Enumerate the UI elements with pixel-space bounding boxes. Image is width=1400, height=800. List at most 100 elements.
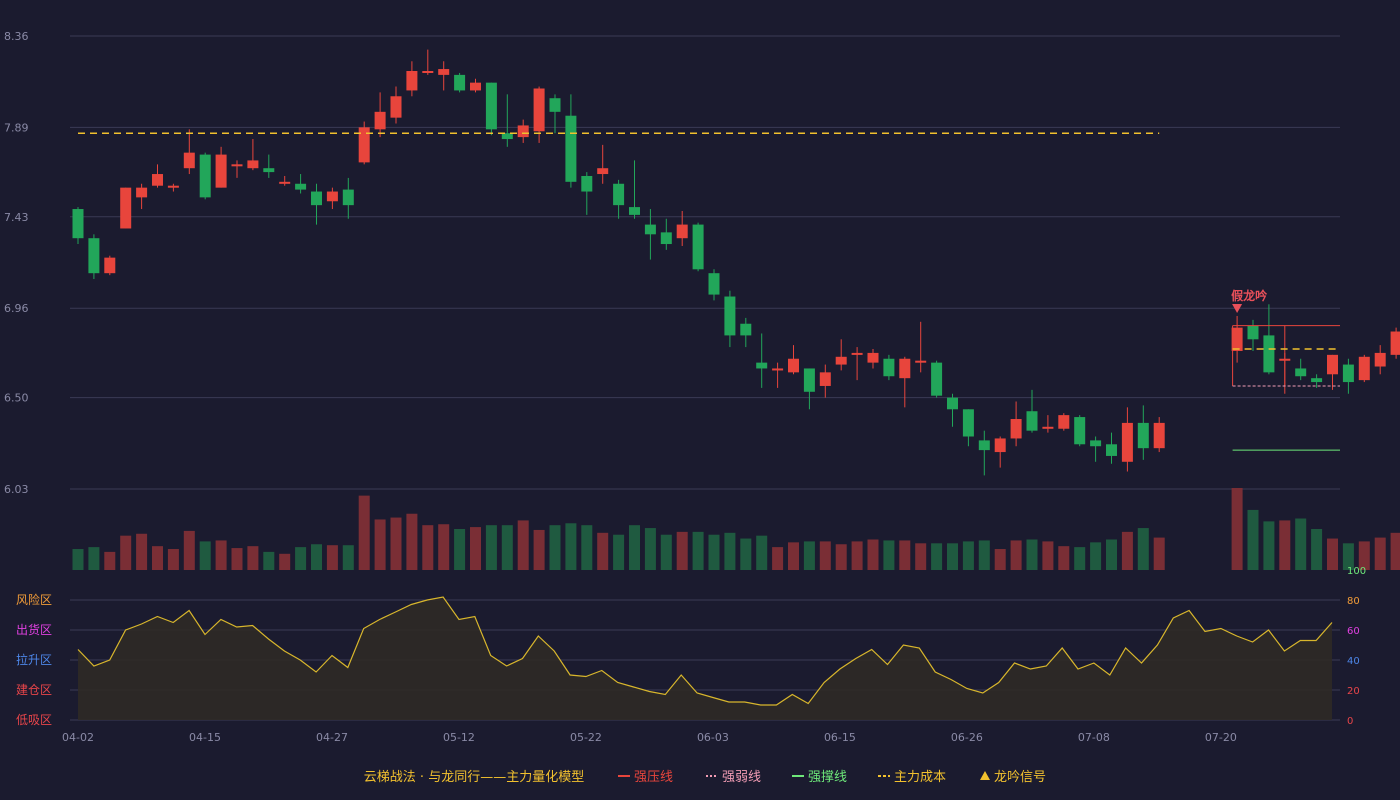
- volume-bar: [136, 533, 148, 570]
- volume-bar: [978, 540, 990, 570]
- volume-bar: [788, 542, 799, 570]
- volume-bar: [915, 543, 927, 570]
- legend-item-label: 龙吟信号: [994, 769, 1046, 785]
- oscillator-tick-label: 0: [1347, 716, 1353, 727]
- oscillator-area: [78, 597, 1332, 720]
- candle-body: [644, 224, 656, 235]
- volume-bar: [947, 543, 958, 570]
- volume-bar: [835, 544, 847, 570]
- candle-body: [120, 187, 132, 229]
- volume-bar: [1390, 532, 1400, 570]
- volume-bar: [1090, 542, 1102, 570]
- candle-body: [1342, 364, 1354, 383]
- oscillator-tick-label: 60: [1347, 626, 1360, 637]
- candle-body: [978, 440, 990, 451]
- volume-bar: [1042, 541, 1054, 570]
- candle-body: [867, 352, 879, 363]
- candle-body: [549, 98, 561, 112]
- oscillator-tick-label: 80: [1347, 596, 1360, 607]
- candle-body: [1074, 417, 1086, 445]
- volume-bar: [772, 547, 784, 570]
- volume-bar: [581, 525, 593, 570]
- volume-bar: [247, 546, 259, 570]
- date-tick-label: 05-12: [443, 731, 475, 744]
- candle-body: [692, 224, 704, 270]
- candle-body: [501, 133, 513, 140]
- candle-body: [152, 174, 163, 186]
- volume-bar: [597, 532, 609, 570]
- oscillator-panel: [77, 596, 1333, 720]
- candle-body: [1374, 352, 1386, 367]
- volume-bar: [724, 532, 736, 570]
- volume-bar: [72, 549, 84, 570]
- volume-bar: [994, 549, 1006, 570]
- date-tick-label: 04-15: [189, 731, 221, 744]
- volume-bar: [1231, 488, 1243, 570]
- volume-bar: [1058, 546, 1070, 570]
- oscillator-tick-label: 20: [1347, 686, 1360, 697]
- volume-bar: [279, 553, 291, 570]
- volume-bar: [1311, 529, 1323, 570]
- volume-bar: [644, 528, 656, 570]
- candle-body: [279, 181, 291, 184]
- date-tick-label: 07-20: [1205, 731, 1237, 744]
- candle-body: [1263, 335, 1275, 373]
- candle-body: [263, 168, 275, 173]
- volume-bar: [311, 544, 322, 570]
- volume-bar: [1106, 539, 1117, 570]
- candle-body: [183, 152, 195, 169]
- candle-body: [581, 175, 593, 192]
- signal-label: 假龙吟: [1231, 288, 1267, 303]
- volume-bar: [533, 529, 545, 570]
- legend-item-label: 强撑线: [808, 770, 847, 785]
- volume-bar: [899, 540, 911, 570]
- volume-bar: [88, 547, 100, 570]
- candle-body: [565, 115, 577, 182]
- candle-body: [1327, 354, 1338, 375]
- volume-bar: [851, 541, 863, 570]
- candle-body: [104, 257, 116, 274]
- volume-bar: [1153, 537, 1165, 570]
- candle-body: [326, 191, 338, 202]
- volume-bar: [613, 534, 625, 570]
- oscillator-zone-label: 出货区: [16, 622, 52, 637]
- volume-bar: [1137, 528, 1149, 570]
- date-tick-label: 07-08: [1078, 731, 1110, 744]
- volume-bar: [549, 525, 561, 570]
- candle-body: [676, 224, 688, 239]
- price-tick-label: 7.43: [4, 211, 29, 224]
- oscillator-tick-label: 40: [1347, 656, 1360, 667]
- candle-body: [1137, 422, 1149, 449]
- volume-bar: [470, 527, 481, 570]
- candle-body: [517, 125, 529, 138]
- volume-bar: [120, 535, 132, 570]
- volume-bar: [104, 551, 116, 570]
- candle-body: [1153, 422, 1165, 449]
- candle-body: [708, 273, 720, 295]
- candle-body: [851, 352, 863, 355]
- candle-body: [883, 358, 895, 377]
- candle-body: [1358, 356, 1370, 381]
- volume-bar: [454, 529, 466, 570]
- date-tick-label: 05-22: [570, 731, 602, 744]
- candle-body: [485, 82, 497, 130]
- candlesticks: [72, 49, 1400, 476]
- candle-body: [247, 160, 259, 169]
- volume-bar: [199, 541, 211, 570]
- candle-body: [422, 70, 434, 73]
- candle-body: [994, 438, 1006, 453]
- volume-bar: [676, 531, 688, 570]
- candle-body: [613, 183, 625, 206]
- price-tick-label: 6.96: [4, 302, 29, 315]
- candle-body: [1026, 411, 1038, 431]
- volume-bar: [406, 513, 418, 570]
- stock-chart: 假龙吟 8.36 7.89 7.43 6.96 6.50 6.03 100 80 60 40 20 0…: [4, 30, 1400, 785]
- candle-body: [1231, 327, 1243, 351]
- volume-bar: [756, 535, 768, 570]
- price-tick-label: 8.36: [4, 30, 29, 43]
- volume-bar: [803, 541, 815, 570]
- candle-body: [1090, 440, 1102, 447]
- volume-bar: [1074, 547, 1086, 570]
- date-tick-label: 06-15: [824, 731, 856, 744]
- candle-body: [756, 362, 768, 369]
